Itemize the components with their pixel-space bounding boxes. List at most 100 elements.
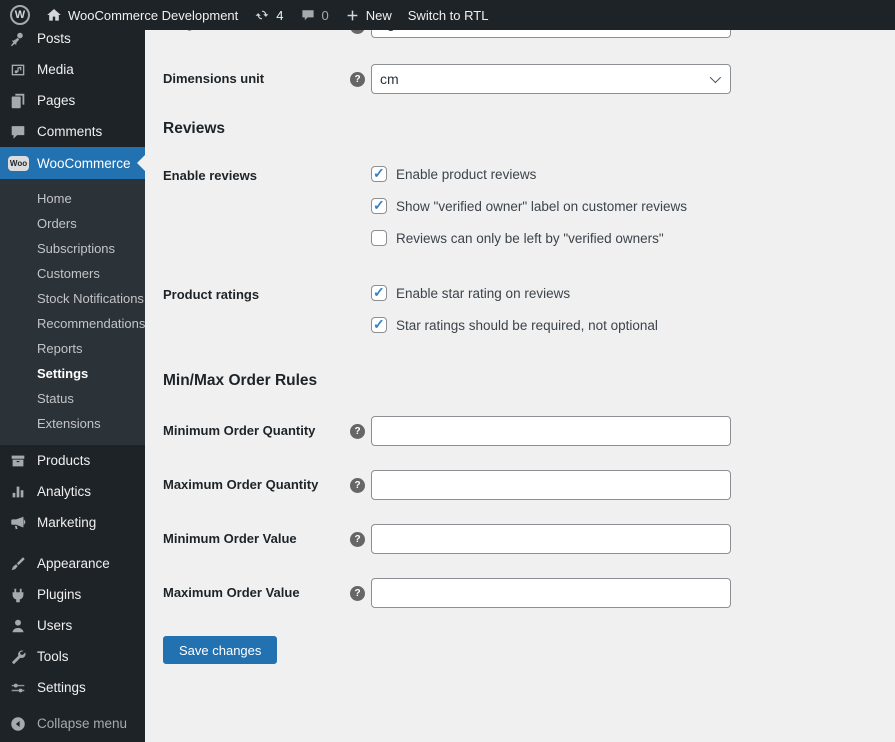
sidebar-item-pages[interactable]: Pages	[0, 85, 145, 116]
minimum-order-quantity-input[interactable]	[371, 416, 731, 446]
verified-owner-label-checkbox[interactable]	[371, 198, 387, 214]
help-icon[interactable]	[350, 586, 365, 601]
checkbox-row: Reviews can only be left by "verified ow…	[371, 230, 664, 246]
minimum-order-value-row: Minimum Order Value	[163, 524, 875, 554]
checkbox-row: Enable product reviews	[371, 166, 536, 182]
sidebar-item-analytics[interactable]: Analytics	[0, 476, 145, 507]
checkbox-row: Show "verified owner" label on customer …	[371, 198, 687, 214]
sidebar-item-posts[interactable]: Posts	[0, 30, 145, 54]
plugins-icon	[9, 586, 27, 604]
maximum-order-quantity-input[interactable]	[371, 470, 731, 500]
save-changes-button[interactable]: Save changes	[163, 636, 277, 664]
comment-count: 0	[322, 8, 329, 23]
home-icon	[46, 7, 62, 23]
sidebar-item-label: Products	[37, 453, 90, 468]
help-icon[interactable]	[350, 30, 365, 34]
updates-indicator[interactable]: 4	[254, 7, 283, 23]
weight-unit-select[interactable]: kg	[371, 30, 731, 38]
verified-owners-only-checkbox[interactable]	[371, 230, 387, 246]
new-label: New	[366, 8, 392, 23]
new-content-menu[interactable]: New	[345, 8, 392, 23]
help-icon[interactable]	[350, 72, 365, 87]
minimum-order-quantity-label: Minimum Order Quantity	[163, 423, 350, 439]
submenu-item-stock-notifications[interactable]: Stock Notifications	[0, 286, 145, 311]
settings-icon	[9, 679, 27, 697]
sidebar-item-label: Media	[37, 62, 74, 77]
weight-unit-label-partial: Weight unit	[163, 30, 234, 32]
comments-icon	[9, 123, 27, 141]
weight-unit-value: kg	[380, 30, 395, 31]
dimensions-unit-select[interactable]: cm	[371, 64, 731, 94]
submenu-item-subscriptions[interactable]: Subscriptions	[0, 236, 145, 261]
sidebar-item-label: Analytics	[37, 484, 91, 499]
sidebar-item-label: Users	[37, 618, 72, 633]
minimum-order-value-input[interactable]	[371, 524, 731, 554]
enable-product-reviews-checkbox[interactable]	[371, 166, 387, 182]
maximum-order-value-row: Maximum Order Value	[163, 578, 875, 608]
sidebar-item-label: Plugins	[37, 587, 81, 602]
help-icon[interactable]	[350, 532, 365, 547]
sidebar-item-label: WooCommerce	[37, 156, 131, 171]
woocommerce-submenu: Home Orders Subscriptions Customers Stoc…	[0, 179, 145, 445]
comments-indicator[interactable]: 0	[300, 7, 329, 23]
product-ratings-label: Product ratings	[163, 287, 350, 303]
site-link[interactable]: WooCommerce Development	[46, 7, 238, 23]
submenu-item-orders[interactable]: Orders	[0, 211, 145, 236]
products-icon	[9, 452, 27, 470]
submenu-item-home[interactable]: Home	[0, 186, 145, 211]
collapse-menu-button[interactable]: Collapse menu	[0, 708, 145, 739]
sidebar-item-appearance[interactable]: Appearance	[0, 548, 145, 579]
submenu-item-settings[interactable]: Settings	[0, 361, 145, 386]
appearance-icon	[9, 555, 27, 573]
marketing-icon	[9, 514, 27, 532]
analytics-icon	[9, 483, 27, 501]
submenu-item-customers[interactable]: Customers	[0, 261, 145, 286]
checkbox-row: Enable star rating on reviews	[371, 285, 570, 301]
sidebar-item-plugins[interactable]: Plugins	[0, 579, 145, 610]
maximum-order-quantity-row: Maximum Order Quantity	[163, 470, 875, 500]
checkbox-label[interactable]: Enable star rating on reviews	[396, 286, 570, 301]
submenu-item-extensions[interactable]: Extensions	[0, 411, 145, 436]
help-icon[interactable]	[350, 478, 365, 493]
sidebar-item-comments[interactable]: Comments	[0, 116, 145, 147]
chevron-down-icon	[710, 72, 721, 83]
help-icon[interactable]	[350, 424, 365, 439]
sidebar-item-marketing[interactable]: Marketing	[0, 507, 145, 538]
maximum-order-value-input[interactable]	[371, 578, 731, 608]
submenu-item-recommendations[interactable]: Recommendations	[0, 311, 145, 336]
switch-to-rtl-link[interactable]: Switch to RTL	[408, 8, 489, 23]
settings-form-area: Weight unit kg Dimensions unit cm Review…	[145, 30, 895, 742]
pin-icon	[9, 30, 27, 48]
collapse-menu-label: Collapse menu	[37, 716, 127, 731]
star-ratings-required-checkbox[interactable]	[371, 317, 387, 333]
checkbox-row: Star ratings should be required, not opt…	[371, 317, 658, 333]
maximum-order-quantity-label: Maximum Order Quantity	[163, 477, 350, 493]
dimensions-unit-value: cm	[380, 71, 399, 87]
rtl-label: Switch to RTL	[408, 8, 489, 23]
sidebar-item-woocommerce[interactable]: Woo WooCommerce	[0, 147, 145, 179]
sidebar-item-media[interactable]: Media	[0, 54, 145, 85]
woocommerce-icon: Woo	[8, 156, 29, 171]
sidebar-item-tools[interactable]: Tools	[0, 641, 145, 672]
pages-icon	[9, 92, 27, 110]
sidebar-item-products[interactable]: Products	[0, 445, 145, 476]
checkbox-label[interactable]: Star ratings should be required, not opt…	[396, 318, 658, 333]
sidebar-item-settings-wp[interactable]: Settings	[0, 672, 145, 703]
sidebar-item-label: Posts	[37, 31, 71, 46]
sidebar-item-label: Appearance	[37, 556, 110, 571]
checkbox-label[interactable]: Show "verified owner" label on customer …	[396, 199, 687, 214]
media-icon	[9, 61, 27, 79]
minimum-order-quantity-row: Minimum Order Quantity	[163, 416, 875, 446]
submenu-item-status[interactable]: Status	[0, 386, 145, 411]
checkbox-label[interactable]: Enable product reviews	[396, 167, 536, 182]
update-icon	[254, 7, 270, 23]
submenu-item-reports[interactable]: Reports	[0, 336, 145, 361]
dimensions-unit-row: Dimensions unit cm	[163, 64, 875, 94]
admin-bar: W WooCommerce Development 4 0 New Switch…	[0, 0, 895, 30]
enable-star-rating-checkbox[interactable]	[371, 285, 387, 301]
checkbox-label[interactable]: Reviews can only be left by "verified ow…	[396, 231, 664, 246]
minmax-order-rules-heading: Min/Max Order Rules	[163, 372, 317, 390]
sidebar-item-label: Marketing	[37, 515, 96, 530]
sidebar-item-users[interactable]: Users	[0, 610, 145, 641]
wordpress-logo-menu[interactable]: W	[10, 5, 30, 25]
